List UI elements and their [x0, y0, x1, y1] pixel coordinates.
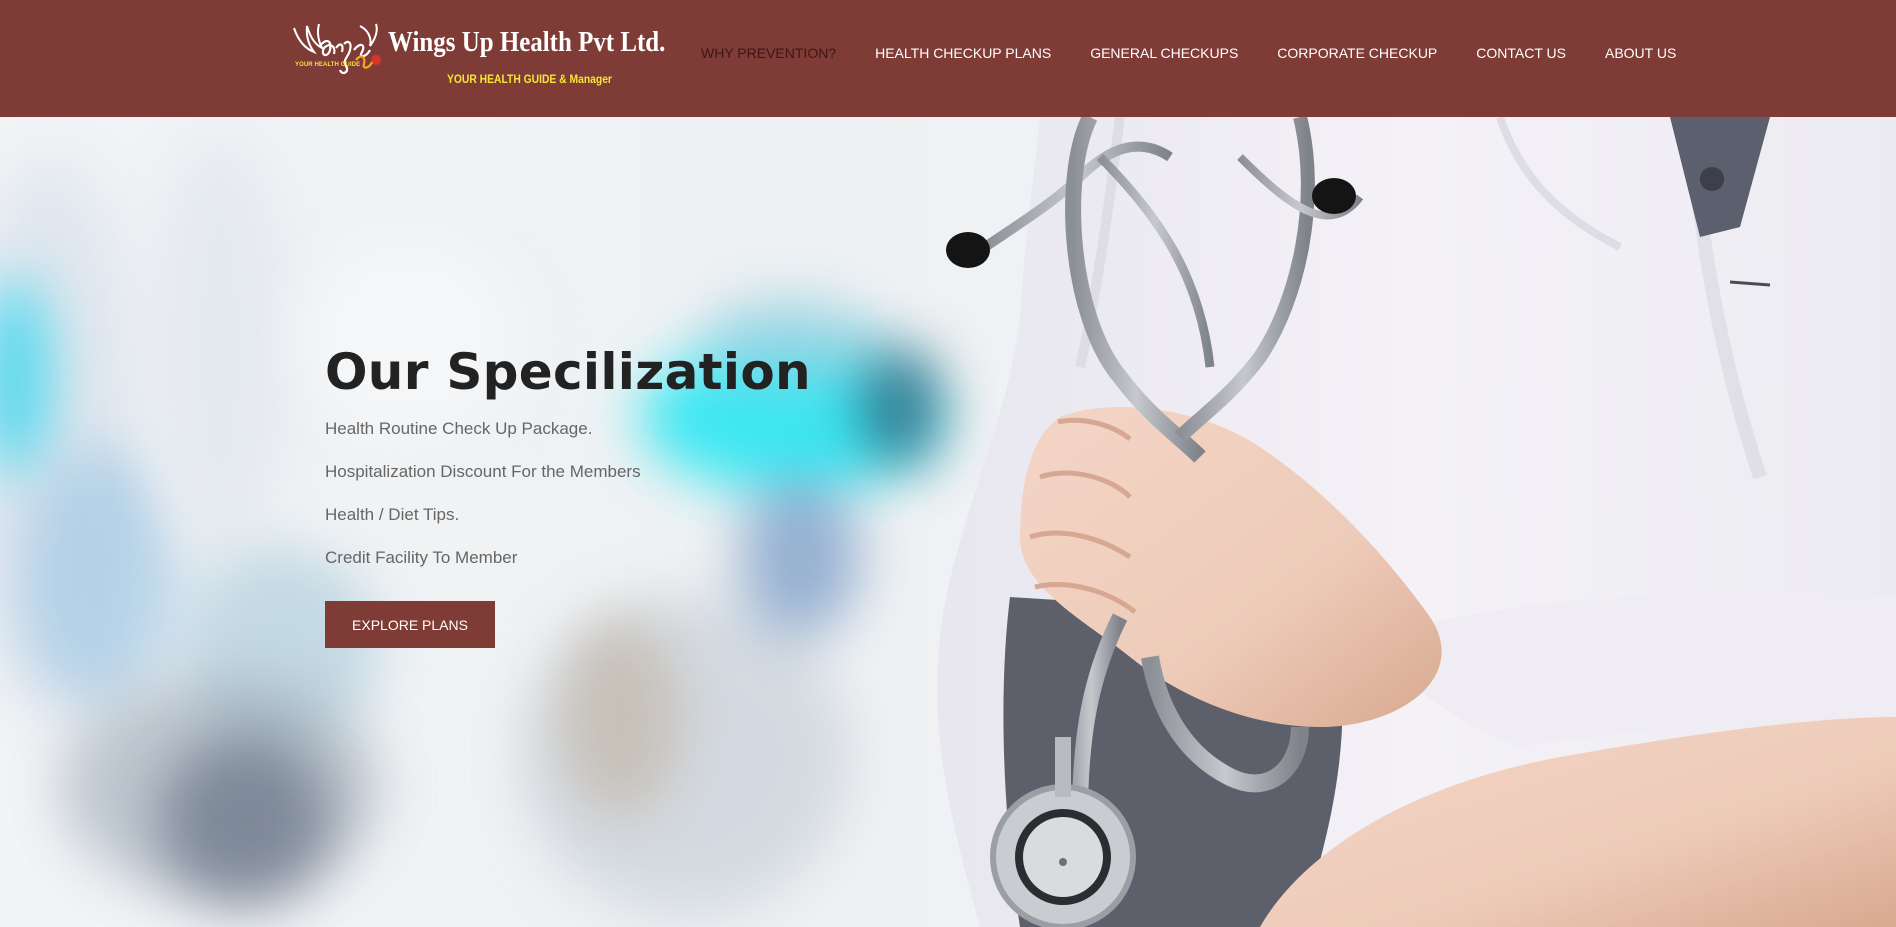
logo-mark-text: YOUR HEALTH GUIDE [295, 62, 361, 68]
doctor-stethoscope-image [937, 117, 1896, 927]
main-nav: WHY PREVENTION? HEALTH CHECKUP PLANS GEN… [701, 45, 1676, 61]
nav-item-contact-us[interactable]: CONTACT US [1476, 45, 1566, 61]
nav-item-about-us[interactable]: ABOUT US [1605, 45, 1676, 61]
brand-name: Wings Up Health Pvt Ltd. [388, 26, 666, 58]
list-item: Credit Facility To Member [325, 548, 518, 567]
nav-item-corporate-checkup[interactable]: CORPORATE CHECKUP [1277, 45, 1437, 61]
hero-content: Our Specilization Health Routine Check U… [325, 343, 811, 648]
specialization-list: Health Routine Check Up Package. Hospita… [325, 419, 811, 591]
brand-tagline: YOUR HEALTH GUIDE & Manager [447, 72, 612, 86]
hero-section: Our Specilization Health Routine Check U… [0, 117, 1896, 927]
nav-item-health-checkup-plans[interactable]: HEALTH CHECKUP PLANS [875, 45, 1051, 61]
explore-plans-button[interactable]: EXPLORE PLANS [325, 601, 495, 648]
list-item: Hospitalization Discount For the Members [325, 462, 641, 481]
hero-title: Our Specilization [325, 343, 811, 401]
nav-item-general-checkups[interactable]: GENERAL CHECKUPS [1090, 45, 1238, 61]
brand-logo[interactable]: YOUR HEALTH GUIDE Wings Up Health Pvt Lt… [290, 20, 665, 90]
site-header: YOUR HEALTH GUIDE Wings Up Health Pvt Lt… [0, 0, 1896, 117]
list-item: Health / Diet Tips. [325, 505, 460, 524]
wings-logo-icon [293, 23, 381, 75]
list-item: Health Routine Check Up Package. [325, 419, 593, 438]
nav-item-why-prevention[interactable]: WHY PREVENTION? [701, 45, 836, 61]
